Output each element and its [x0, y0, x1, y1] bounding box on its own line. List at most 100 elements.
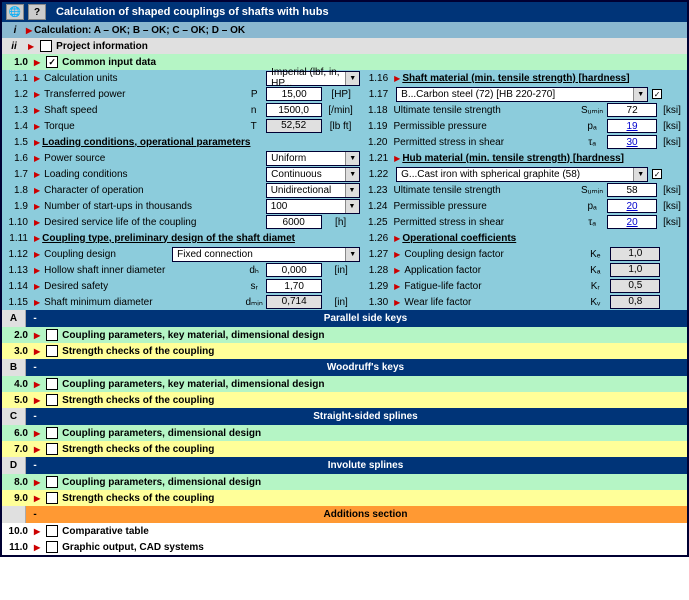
chevron-down-icon: ▼ [345, 200, 359, 213]
sec-title: Strength checks of the coupling [62, 395, 214, 406]
marker-icon: ▶ [394, 154, 400, 163]
sec-num: 11.0 [2, 542, 32, 553]
cat-dash: - [26, 411, 44, 422]
marker-icon: ▶ [394, 234, 400, 243]
chevron-down-icon: ▼ [345, 184, 359, 197]
pp-shaft-input[interactable] [607, 119, 657, 133]
marker-icon: ▶ [26, 26, 32, 35]
marker-icon: ▶ [34, 58, 40, 67]
sec11-checkbox[interactable] [46, 541, 58, 553]
startups-combo[interactable]: 100▼ [266, 199, 360, 214]
row-1-8: 1.8 ▶ Character of operation Unidirectio… [2, 182, 687, 198]
uts-shaft-input[interactable] [607, 103, 657, 117]
sec1-checkbox[interactable]: ✓ [46, 56, 58, 68]
field-label: Torque [42, 121, 242, 132]
field-unit: [ksi] [657, 201, 687, 212]
row-i-label: i [6, 25, 24, 36]
char-op-combo[interactable]: Unidirectional ▼ [266, 183, 360, 198]
field-sym: Kₑ [580, 249, 610, 260]
category-a: A - Parallel side keys [2, 310, 687, 327]
title-bar: 🌐 ? Calculation of shaped couplings of s… [2, 2, 687, 22]
coef-value: 0,5 [610, 279, 660, 293]
ie-icon[interactable]: 🌐 [6, 4, 24, 20]
sec9-checkbox[interactable] [46, 492, 58, 504]
field-num: 1.4 [2, 121, 32, 132]
category-c: C - Straight-sided splines [2, 408, 687, 425]
marker-icon: ▶ [34, 218, 40, 227]
sec-num: 6.0 [2, 428, 32, 439]
proj-info-checkbox[interactable] [40, 40, 52, 52]
field-num: 1.16 [360, 73, 392, 84]
row-1-7: 1.7 ▶ Loading conditions Continuous▼ 1.2… [2, 166, 687, 182]
shaft-mat-checkbox[interactable]: ✓ [652, 89, 662, 99]
section-5: 5.0▶Strength checks of the coupling [2, 392, 687, 408]
sec10-checkbox[interactable] [46, 525, 58, 537]
cat-title: Involute splines [44, 460, 687, 471]
hub-mat-checkbox[interactable]: ✓ [652, 169, 662, 179]
row-1-3: 1.3 ▶ Shaft speed n [/min] 1.18 Ultimate… [2, 102, 687, 118]
pp-hub-input[interactable] [607, 199, 657, 213]
marker-icon: ▶ [34, 380, 40, 389]
sec-num: 3.0 [2, 346, 32, 357]
field-num: 1.6 [2, 153, 32, 164]
sec7-checkbox[interactable] [46, 443, 58, 455]
sec-num: 5.0 [2, 395, 32, 406]
field-unit: [/min] [322, 105, 360, 116]
field-label: Character of operation [42, 185, 266, 196]
field-unit: [ksi] [657, 185, 687, 196]
sec-num: 8.0 [2, 477, 32, 488]
row-1-5: 1.5 ▶ Loading conditions, operational pa… [2, 134, 687, 150]
hub-material-combo[interactable]: G...Cast iron with spherical graphite (5… [396, 167, 648, 182]
power-source-combo[interactable]: Uniform▼ [266, 151, 360, 166]
shaft-material-combo[interactable]: B...Carbon steel (72) [HB 220-270]▼ [396, 87, 648, 102]
shear-shaft-input[interactable] [607, 135, 657, 149]
sec4-checkbox[interactable] [46, 378, 58, 390]
marker-icon: ▶ [34, 234, 40, 243]
field-sym: τₐ [577, 217, 607, 228]
safety-input[interactable] [266, 279, 322, 293]
power-input[interactable] [266, 87, 322, 101]
proj-info-label: Project information [56, 41, 148, 52]
field-sym: Sᵤₘᵢₙ [577, 105, 607, 116]
row-1-4: 1.4 ▶ Torque T 52,52 [lb ft] 1.19 Permis… [2, 118, 687, 134]
field-sym: n [242, 105, 266, 116]
shear-hub-input[interactable] [607, 215, 657, 229]
sec3-checkbox[interactable] [46, 345, 58, 357]
cat-letter: C [2, 408, 26, 425]
units-combo[interactable]: Imperial (lbf, in, HP...▼ [266, 71, 360, 86]
field-num: 1.29 [360, 281, 392, 292]
row-1-10: 1.10 ▶ Desired service life of the coupl… [2, 214, 687, 230]
field-label: Desired safety [42, 281, 242, 292]
sec2-checkbox[interactable] [46, 329, 58, 341]
row-1-15: 1.15 ▶ Shaft minimum diameter dₘᵢₙ 0,714… [2, 294, 687, 310]
combo-value: Unidirectional [271, 185, 332, 196]
cat-dash: - [26, 509, 44, 520]
field-num: 1.8 [2, 185, 32, 196]
coupling-design-combo[interactable]: Fixed connection▼ [172, 247, 360, 262]
speed-input[interactable] [266, 103, 322, 117]
sec-num: 4.0 [2, 379, 32, 390]
row-1-6: 1.6 ▶ Power source Uniform▼ 1.21 ▶ Hub m… [2, 150, 687, 166]
chevron-down-icon: ▼ [633, 168, 647, 181]
uts-hub-input[interactable] [607, 183, 657, 197]
help-icon[interactable]: ? [28, 4, 46, 20]
combo-value: B...Carbon steel (72) [HB 220-270] [401, 89, 555, 100]
sec6-checkbox[interactable] [46, 427, 58, 439]
cat-dash: - [26, 460, 44, 471]
row-1-1: 1.1 ▶ Calculation units Imperial (lbf, i… [2, 70, 687, 86]
input-data-area: 1.1 ▶ Calculation units Imperial (lbf, i… [2, 70, 687, 310]
field-label: Transferred power [42, 89, 242, 100]
sec8-checkbox[interactable] [46, 476, 58, 488]
field-num: 1.15 [2, 297, 32, 308]
hollow-dia-input[interactable] [266, 263, 322, 277]
sec5-checkbox[interactable] [46, 394, 58, 406]
field-num: 1.12 [2, 249, 32, 260]
field-num: 1.30 [360, 297, 392, 308]
cat-title: Straight-sided splines [44, 411, 687, 422]
section-2: 2.0▶Coupling parameters, key material, d… [2, 327, 687, 343]
category-d: D - Involute splines [2, 457, 687, 474]
category-additions: - Additions section [2, 506, 687, 523]
cat-title: Woodruff's keys [44, 362, 687, 373]
service-life-input[interactable] [266, 215, 322, 229]
loading-cond-combo[interactable]: Continuous▼ [266, 167, 360, 182]
